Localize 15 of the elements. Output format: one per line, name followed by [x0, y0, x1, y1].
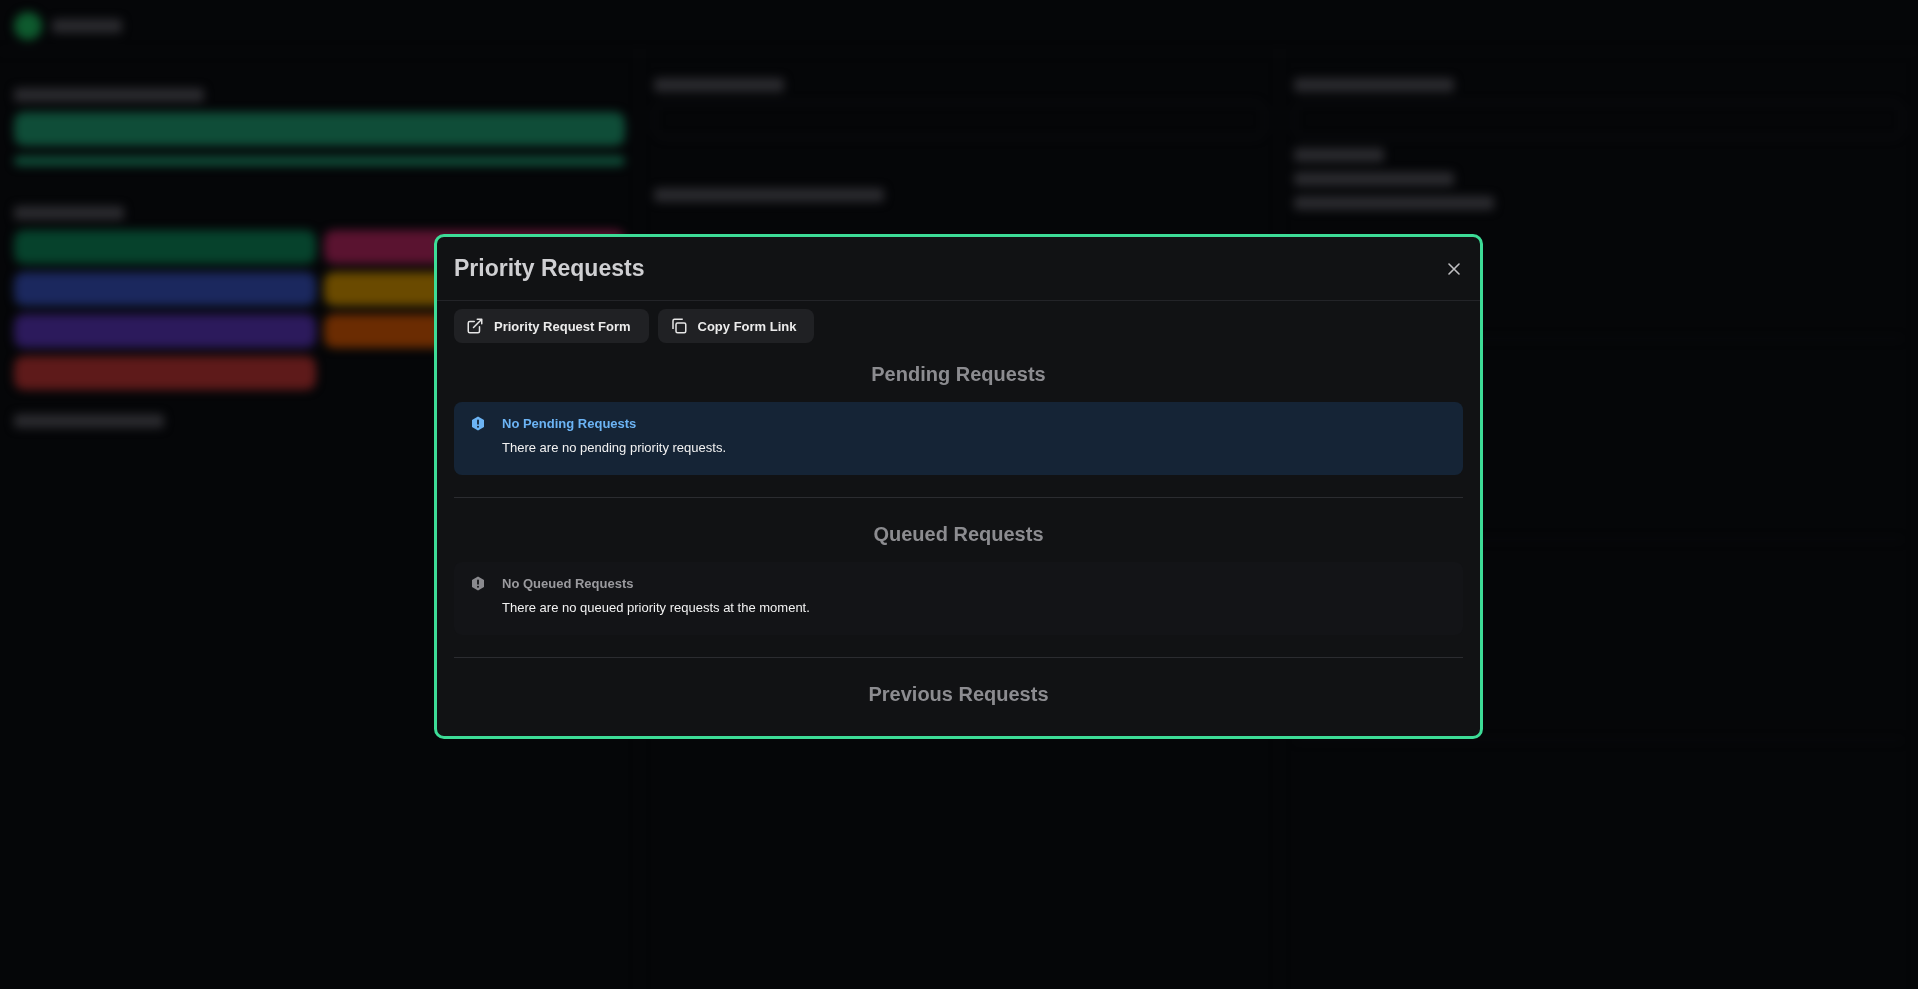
- section-heading: Previous Requests: [867, 682, 1050, 707]
- alert-icon: [471, 416, 485, 431]
- open-form-button[interactable]: Priority Request Form: [454, 309, 649, 343]
- copy-link-button[interactable]: Copy Form Link: [657, 309, 815, 343]
- notice-title: No Pending Requests: [502, 416, 638, 431]
- notice-title: No Queued Requests: [502, 576, 635, 591]
- section-heading: Queued Requests: [872, 522, 1045, 547]
- section-heading: Pending Requests: [870, 362, 1047, 387]
- notice-message: There are no pending priority requests.: [502, 440, 727, 455]
- copy-icon: [669, 317, 688, 335]
- dialog-title: Priority Requests: [454, 255, 645, 282]
- close-icon: [1448, 262, 1460, 275]
- notice-message: There are no queued priority requests at the moment.: [502, 600, 811, 615]
- external-link-icon: [466, 317, 484, 335]
- alert-icon: [471, 576, 485, 591]
